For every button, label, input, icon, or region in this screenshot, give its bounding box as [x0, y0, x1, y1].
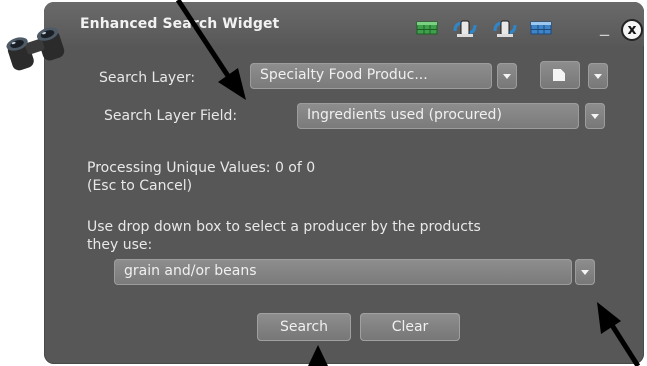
search-button[interactable]: Search: [257, 313, 351, 341]
search-layer-field-value: Ingredients used (procured): [307, 107, 502, 123]
link-icon[interactable]: [452, 17, 478, 39]
new-document-button[interactable]: [540, 61, 580, 89]
producer-value: grain and/or beans: [124, 263, 257, 279]
search-layer-value: Specialty Food Produc...: [260, 67, 428, 83]
minimize-button[interactable]: _: [600, 17, 614, 37]
chevron-down-icon[interactable]: [575, 259, 595, 285]
screenshot-stage: Enhanced Search Widget _ x Search Layer:…: [0, 0, 647, 366]
chevron-down-icon[interactable]: [585, 103, 605, 129]
instruction-text: Use drop down box to select a producer b…: [87, 219, 481, 235]
search-layer-field-select[interactable]: Ingredients used (procured): [297, 103, 579, 129]
table-icon[interactable]: [530, 20, 552, 36]
table-icon[interactable]: [416, 20, 438, 36]
document-icon: [553, 69, 565, 81]
processing-status: Processing Unique Values: 0 of 0: [87, 160, 316, 176]
chevron-down-icon[interactable]: [588, 63, 608, 89]
widget-title: Enhanced Search Widget: [80, 16, 280, 32]
binoculars-icon: [6, 27, 65, 71]
instruction-text-continued: they use:: [87, 237, 153, 253]
link-icon[interactable]: [492, 17, 518, 39]
cancel-hint: (Esc to Cancel): [87, 178, 193, 194]
chevron-down-icon[interactable]: [497, 63, 517, 89]
search-layer-label: Search Layer:: [99, 70, 196, 86]
search-layer-select[interactable]: Specialty Food Produc...: [250, 63, 492, 89]
producer-value-select[interactable]: grain and/or beans: [114, 259, 572, 285]
search-layer-field-label: Search Layer Field:: [104, 108, 238, 124]
clear-button[interactable]: Clear: [360, 313, 460, 341]
close-button[interactable]: x: [621, 19, 643, 41]
